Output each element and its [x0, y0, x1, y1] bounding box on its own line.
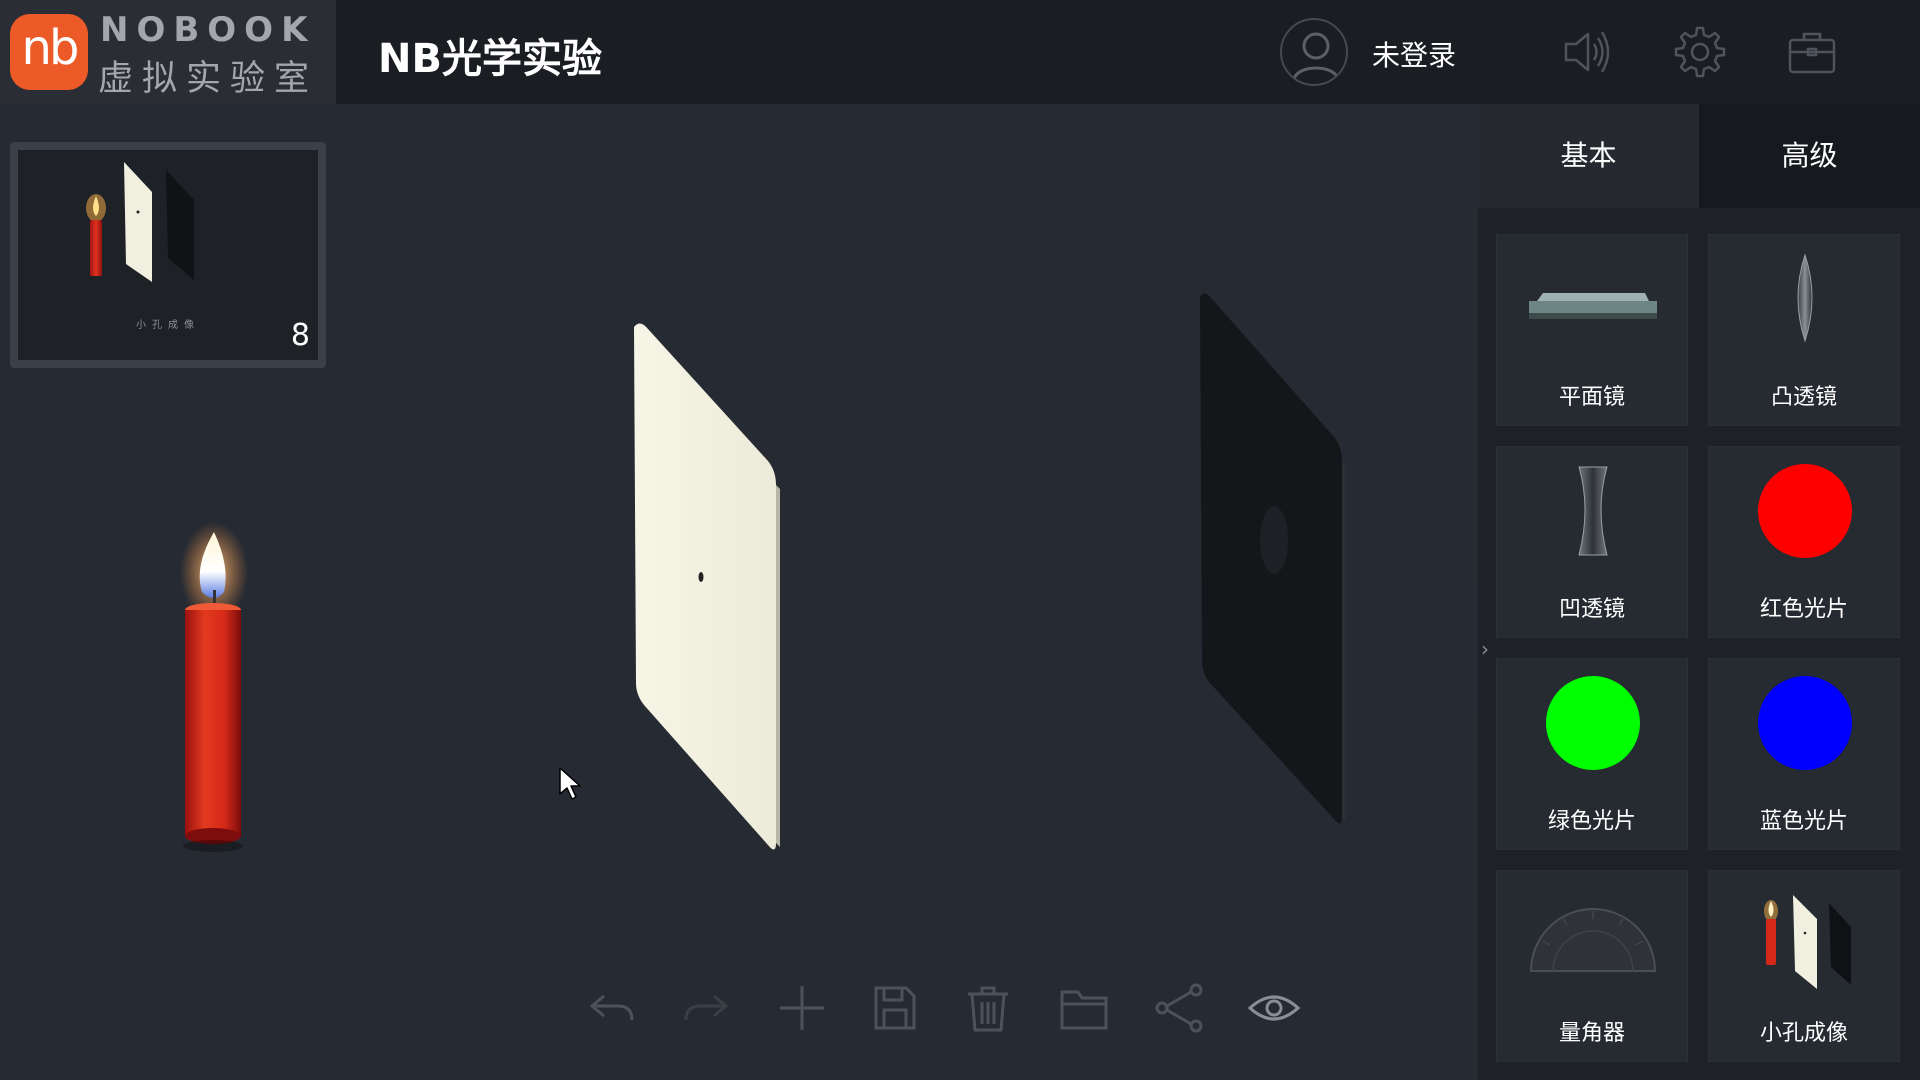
- component-panel: 基本 高级 平面镜 凸透镜 凹透镜 红色光片 绿色光片 蓝色光片 量角器 小孔成…: [1478, 104, 1920, 1080]
- tile-label: 小孔成像: [1759, 1021, 1848, 1046]
- protractor-icon: [1523, 885, 1663, 1003]
- brand-name-en: NOBOOK: [100, 10, 316, 50]
- tile-concave-lens[interactable]: 凹透镜: [1496, 446, 1688, 638]
- tile-green-filter[interactable]: 绿色光片: [1496, 658, 1688, 850]
- candle-object[interactable]: [150, 520, 270, 860]
- tile-label: 平面镜: [1558, 385, 1625, 410]
- briefcase-icon[interactable]: [1782, 22, 1842, 82]
- scene-thumbnail[interactable]: 小孔成像 8: [10, 142, 326, 368]
- brand-name-cn: 虚拟实验室: [98, 59, 319, 99]
- tile-label: 凹透镜: [1558, 597, 1625, 622]
- top-bar: nb NOBOOK 虚拟实验室 NB光学实验 未登录: [0, 0, 1920, 104]
- concave-lens-icon: [1523, 461, 1663, 579]
- light-screen[interactable]: [1190, 285, 1350, 830]
- tile-label: 凸透镜: [1770, 385, 1837, 410]
- tile-blue-filter[interactable]: 蓝色光片: [1708, 658, 1900, 850]
- tile-red-filter[interactable]: 红色光片: [1708, 446, 1900, 638]
- nobook-logo[interactable]: nb: [10, 14, 88, 90]
- share-icon[interactable]: [1152, 980, 1208, 1036]
- tile-label: 量角器: [1558, 1021, 1625, 1046]
- login-status[interactable]: 未登录: [1372, 34, 1456, 74]
- tile-label: 红色光片: [1759, 597, 1848, 622]
- speaker-icon[interactable]: [1556, 22, 1616, 82]
- tab-advanced[interactable]: 高级: [1699, 104, 1920, 208]
- gear-icon[interactable]: [1670, 22, 1730, 82]
- blue-filter-icon: [1735, 673, 1875, 791]
- trash-icon[interactable]: [960, 980, 1016, 1036]
- app-title: NB光学实验: [378, 36, 602, 82]
- red-filter-icon: [1735, 461, 1875, 579]
- logo-mark: nb: [21, 20, 80, 76]
- pinhole-screen[interactable]: [620, 315, 780, 855]
- chevron-right-icon: ›: [1481, 637, 1489, 661]
- tab-basic[interactable]: 基本: [1478, 104, 1699, 208]
- tile-convex-lens[interactable]: 凸透镜: [1708, 234, 1900, 426]
- folder-icon[interactable]: [1056, 980, 1112, 1036]
- thumbnail-count: 8: [290, 318, 310, 353]
- tile-label: 蓝色光片: [1759, 809, 1848, 834]
- redo-icon[interactable]: [678, 980, 734, 1036]
- thumbnail-preview: 小孔成像 8: [18, 150, 318, 360]
- undo-icon[interactable]: [584, 980, 640, 1036]
- thumbnail-caption: 小孔成像: [136, 320, 200, 331]
- tile-pinhole-imaging[interactable]: 小孔成像: [1708, 870, 1900, 1062]
- eye-icon[interactable]: [1246, 980, 1302, 1036]
- tile-plane-mirror[interactable]: 平面镜: [1496, 234, 1688, 426]
- add-icon[interactable]: [774, 980, 830, 1036]
- brand-block: nb NOBOOK 虚拟实验室: [0, 0, 336, 104]
- plane-mirror-icon: [1523, 249, 1663, 367]
- tile-protractor[interactable]: 量角器: [1496, 870, 1688, 1062]
- convex-lens-icon: [1735, 249, 1875, 367]
- panel-collapse-handle[interactable]: ›: [1478, 585, 1496, 713]
- save-icon[interactable]: [866, 980, 922, 1036]
- green-filter-icon: [1523, 673, 1663, 791]
- tile-label: 绿色光片: [1547, 809, 1636, 834]
- pinhole-imaging-icon: [1735, 885, 1875, 1003]
- user-avatar-icon[interactable]: [1280, 18, 1348, 86]
- mouse-cursor-icon: [558, 766, 584, 802]
